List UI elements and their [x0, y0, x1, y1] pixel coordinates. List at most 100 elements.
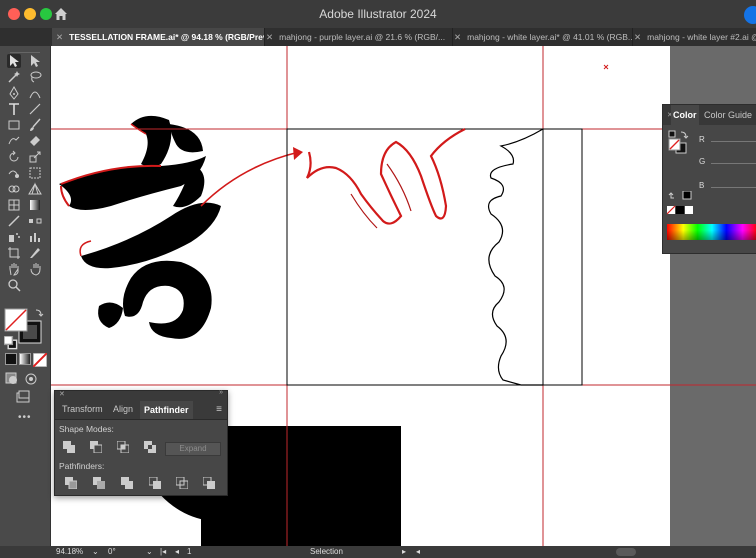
prev-artboard-icon[interactable]: ◂	[175, 547, 179, 556]
scroll-left-icon[interactable]: ◂	[416, 547, 420, 556]
gradient-tool-icon[interactable]	[28, 198, 42, 212]
tab-transform[interactable]: Transform	[62, 404, 103, 414]
crop-icon[interactable]	[149, 477, 161, 489]
curvature-tool-icon[interactable]	[28, 86, 42, 100]
unite-icon[interactable]	[63, 441, 75, 453]
shape-builder-tool-icon[interactable]	[7, 182, 21, 196]
close-tab-icon[interactable]: ✕	[634, 32, 641, 42]
panel-header[interactable]: ✕ »	[55, 389, 227, 401]
rectangle-tool-icon[interactable]	[7, 118, 21, 132]
artboard-number[interactable]: 1	[187, 547, 191, 556]
minus-front-icon[interactable]	[90, 441, 102, 453]
channel-b-label: B	[699, 181, 705, 190]
zoom-tool-icon[interactable]	[7, 278, 21, 292]
minus-back-icon[interactable]	[203, 477, 215, 489]
symbol-sprayer-tool-icon[interactable]	[7, 230, 21, 244]
swatch-row[interactable]	[667, 191, 697, 219]
anchor-marker-icon	[603, 64, 609, 70]
pathfinder-tabs: Transform Align Pathfinder ≡	[55, 401, 227, 420]
perspective-grid-tool-icon[interactable]	[28, 182, 42, 196]
color-swatch-icon[interactable]	[667, 129, 691, 155]
zoom-level[interactable]: 94.18%	[56, 547, 83, 556]
title-bar: Adobe Illustrator 2024	[0, 0, 756, 29]
red-arrow-head	[293, 147, 303, 160]
divide-icon[interactable]	[65, 477, 77, 489]
rotation-dropdown-icon[interactable]: ⌄	[146, 547, 153, 556]
free-transform-tool-icon[interactable]	[28, 166, 42, 180]
scale-tool-icon[interactable]	[28, 150, 42, 164]
eraser-tool-icon[interactable]	[28, 134, 42, 148]
tab-align[interactable]: Align	[113, 404, 133, 414]
first-artboard-icon[interactable]: |◂	[160, 547, 166, 556]
current-tool-label: Selection	[310, 547, 343, 556]
tab-color-guide[interactable]: Color Guide	[704, 110, 752, 120]
panel-close-icon[interactable]: ✕	[59, 390, 65, 398]
panel-menu-icon[interactable]: ≡	[216, 404, 222, 415]
tab-tessellation-frame[interactable]: ✕ TESSELLATION FRAME.ai* @ 94.18 % (RGB/P…	[52, 28, 265, 46]
pathfinders-label: Pathfinders:	[59, 461, 105, 471]
warp-tool-icon[interactable]	[7, 166, 21, 180]
wavy-tessellation-edge	[488, 128, 544, 386]
draw-inside-icon[interactable]	[24, 372, 38, 386]
tessellation-side-strip	[542, 128, 583, 386]
blend-tool-icon[interactable]	[28, 214, 42, 228]
line-tool-icon[interactable]	[28, 102, 42, 116]
g-slider[interactable]	[711, 163, 756, 164]
slice-tool-icon[interactable]	[28, 246, 42, 260]
type-tool-icon[interactable]	[7, 102, 21, 116]
red-tessellation-outline	[306, 128, 466, 225]
trim-icon[interactable]	[93, 477, 105, 489]
outline-icon[interactable]	[176, 477, 188, 489]
tab-label: TESSELLATION FRAME.ai* @ 94.18 % (RGB/Pr…	[69, 32, 265, 42]
artboard-tool-icon[interactable]	[7, 246, 21, 260]
channel-g-label: G	[699, 157, 706, 166]
merge-icon[interactable]	[121, 477, 133, 489]
hand-grab-icon[interactable]	[28, 262, 42, 276]
edit-toolbar-icon[interactable]: •••	[18, 412, 32, 423]
exclude-icon[interactable]	[144, 441, 156, 453]
tab-mahjong-white-2[interactable]: ✕ mahjong - white layer #2.ai @	[630, 28, 756, 46]
eyedropper-tool-icon[interactable]	[7, 214, 21, 228]
share-button[interactable]	[744, 6, 756, 24]
calligraphy-character	[59, 115, 221, 339]
magic-wand-tool-icon[interactable]	[7, 70, 21, 84]
expand-button[interactable]: Expand	[165, 442, 221, 456]
draw-normal-icon[interactable]	[5, 372, 19, 386]
tab-pathfinder[interactable]: Pathfinder	[140, 401, 193, 419]
close-tab-icon[interactable]: ✕	[56, 32, 63, 42]
hand-tool-icon[interactable]	[7, 262, 21, 276]
horizontal-scrollbar-thumb[interactable]	[616, 548, 636, 556]
mesh-tool-icon[interactable]	[7, 198, 21, 212]
color-panel: ✕ Color Color Guide R G B	[662, 104, 756, 254]
black-rectangle-shape	[201, 426, 401, 546]
gradient-mode-icon[interactable]	[19, 353, 31, 365]
color-mode-icon[interactable]	[5, 353, 17, 365]
screen-mode-icon[interactable]	[16, 390, 30, 404]
close-tab-icon[interactable]: ✕	[266, 32, 273, 42]
rotation-value[interactable]: 0°	[108, 547, 116, 556]
none-mode-icon[interactable]	[32, 352, 48, 368]
selection-tool-icon[interactable]	[7, 54, 21, 68]
default-fill-stroke-icon[interactable]	[3, 335, 18, 350]
tab-label: mahjong - white layer.ai* @ 41.01 % (RGB…	[467, 32, 633, 42]
pathfinder-panel: ✕ » Transform Align Pathfinder ≡ Shape M…	[54, 389, 228, 496]
tab-color[interactable]: Color	[671, 105, 699, 125]
zoom-dropdown-icon[interactable]: ⌄	[92, 547, 99, 556]
column-graph-tool-icon[interactable]	[28, 230, 42, 244]
rotate-tool-icon[interactable]	[7, 150, 21, 164]
b-slider[interactable]	[711, 187, 756, 188]
intersect-icon[interactable]	[117, 441, 129, 453]
direct-selection-tool-icon[interactable]	[28, 54, 42, 68]
lasso-tool-icon[interactable]	[28, 70, 42, 84]
tab-mahjong-white[interactable]: ✕ mahjong - white layer.ai* @ 41.01 % (RG…	[450, 28, 633, 46]
tools-panel: •••	[0, 46, 51, 546]
shaper-tool-icon[interactable]	[7, 134, 21, 148]
tab-mahjong-purple[interactable]: ✕ mahjong - purple layer.ai @ 21.6 % (RGB…	[262, 28, 453, 46]
pen-tool-icon[interactable]	[7, 85, 21, 100]
collapse-icon[interactable]: »	[219, 389, 223, 396]
status-menu-icon[interactable]: ▸	[402, 547, 406, 556]
paintbrush-tool-icon[interactable]	[28, 118, 42, 132]
red-arrow-line	[200, 151, 300, 207]
close-tab-icon[interactable]: ✕	[454, 32, 461, 42]
r-slider[interactable]	[711, 141, 756, 142]
